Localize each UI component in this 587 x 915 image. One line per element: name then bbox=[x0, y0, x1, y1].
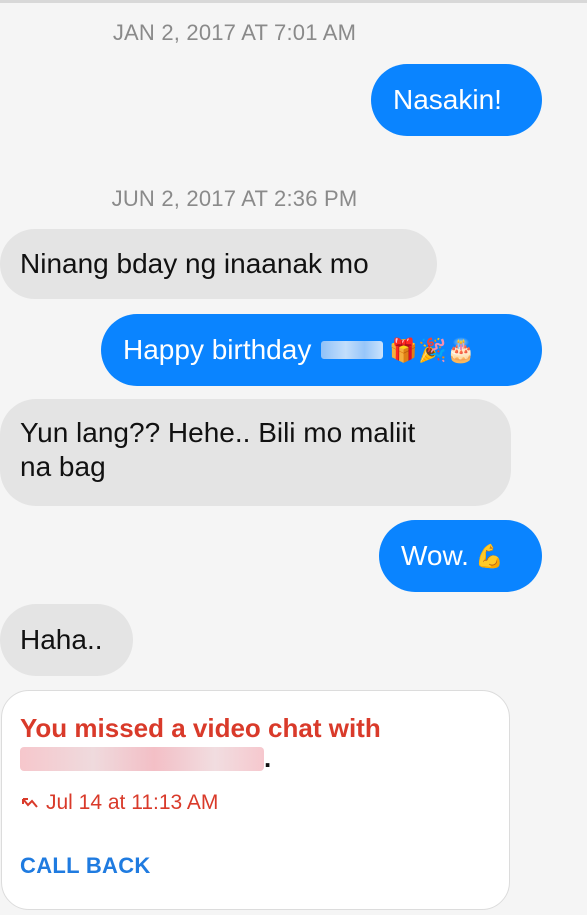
message-bubble-incoming[interactable]: Haha.. bbox=[0, 604, 133, 676]
message-bubble-incoming[interactable]: Ninang bday ng inaanak mo bbox=[0, 229, 437, 299]
gift-party-cake-emoji: 🎁🎉🎂 bbox=[389, 337, 476, 363]
message-bubble-incoming[interactable]: Yun lang?? Hehe.. Bili mo maliit na bag bbox=[0, 399, 511, 506]
timestamp: JAN 2, 2017 AT 7:01 AM bbox=[112, 20, 357, 45]
message-text: Happy birthday bbox=[123, 334, 312, 365]
message-text-line: na bag bbox=[20, 451, 106, 482]
message-bubble-outgoing[interactable]: Nasakin! bbox=[371, 64, 542, 136]
message-text: Ninang bday ng inaanak mo bbox=[20, 248, 369, 279]
call-back-button[interactable]: CALL BACK bbox=[20, 853, 151, 879]
missed-video-chat-card: You missed a video chat with . Jul 14 at… bbox=[1, 690, 510, 910]
missed-call-time: Jul 14 at 11:13 AM bbox=[22, 791, 218, 815]
top-divider bbox=[0, 0, 587, 3]
flexed-biceps-emoji: 💪 bbox=[474, 543, 504, 569]
missed-call-title: You missed a video chat with bbox=[20, 713, 381, 743]
redacted-name bbox=[321, 341, 384, 359]
message-text: Nasakin! bbox=[393, 84, 502, 115]
message-bubble-outgoing[interactable]: Wow. 💪 bbox=[379, 520, 542, 592]
message-text: Haha.. bbox=[20, 624, 103, 655]
message-text: Wow. bbox=[401, 540, 469, 571]
redacted-caller-name bbox=[20, 747, 264, 771]
message-bubble-outgoing[interactable]: Happy birthday 🎁🎉🎂 bbox=[101, 314, 542, 386]
timestamp: JUN 2, 2017 AT 2:36 PM bbox=[111, 186, 358, 211]
missed-call-time-text: Jul 14 at 11:13 AM bbox=[46, 791, 219, 814]
missed-call-arrow-icon bbox=[22, 798, 38, 808]
message-text-line: Yun lang?? Hehe.. Bili mo maliit bbox=[20, 417, 416, 448]
title-period: . bbox=[264, 743, 272, 773]
